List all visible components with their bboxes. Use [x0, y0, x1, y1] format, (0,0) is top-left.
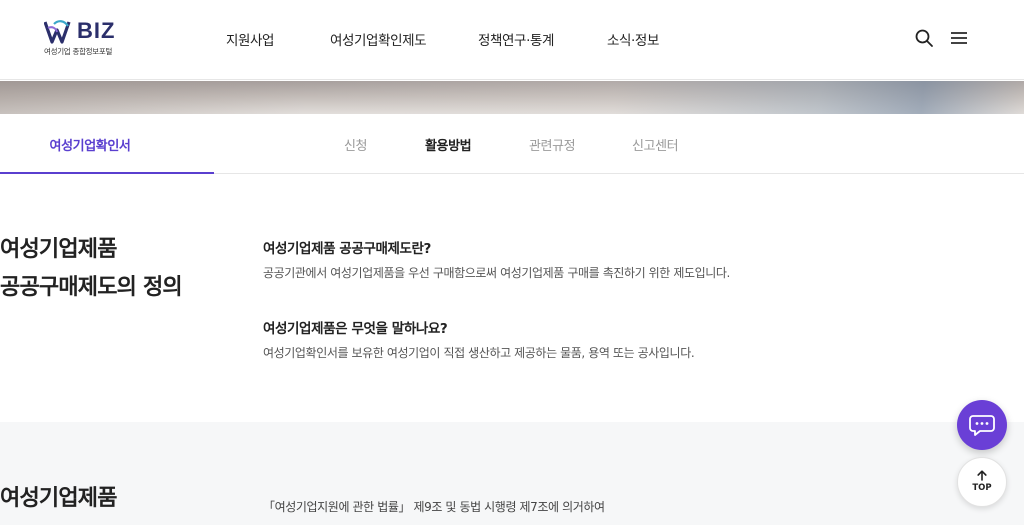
- subnav-current-section[interactable]: 여성기업확인서: [0, 114, 214, 174]
- tab-apply[interactable]: 신청: [344, 135, 368, 154]
- logo-mark-icon: [44, 20, 71, 44]
- subnav-current-label: 여성기업확인서: [49, 139, 131, 154]
- question-2: 여성기업제품은 무엇을 말하나요?: [263, 321, 448, 337]
- logo-subtitle: 여성기업 종합정보포털: [44, 47, 113, 56]
- question-1: 여성기업제품 공공구매제도란?: [263, 241, 431, 257]
- nav-news-info[interactable]: 소식·정보: [607, 29, 659, 49]
- answer-2: 여성기업확인서를 보유한 여성기업이 직접 생산하고 제공하는 물품, 용역 또…: [263, 346, 695, 360]
- definition-section: 여성기업제품 공공구매제도의 정의 여성기업제품 공공구매제도란? 공공기관에서…: [0, 175, 1024, 422]
- section2-title: 여성기업제품: [0, 486, 117, 511]
- menu-icon[interactable]: [949, 28, 969, 48]
- legal-basis-section: 여성기업제품 「여성기업지원에 관한 법률」 제9조 및 동법 시행령 제7조에…: [0, 422, 1024, 525]
- scroll-top-button[interactable]: TOP: [957, 457, 1007, 507]
- chat-bubble-icon: [969, 415, 995, 436]
- tab-regulations[interactable]: 관련규정: [529, 135, 576, 154]
- nav-women-enterprise-certification[interactable]: 여성기업확인제도: [330, 29, 427, 49]
- section-title-line1: 여성기업제품: [0, 237, 117, 262]
- tab-usage[interactable]: 활용방법: [425, 135, 472, 154]
- nav-support-programs[interactable]: 지원사업: [226, 29, 274, 49]
- logo-text: BIZ: [77, 18, 116, 43]
- arrow-up-icon: [977, 470, 987, 481]
- chat-button[interactable]: [957, 400, 1007, 450]
- legal-basis-text: 「여성기업지원에 관한 법률」 제9조 및 동법 시행령 제7조에 의거하여: [263, 500, 605, 514]
- section-title-line2: 공공구매제도의 정의: [0, 275, 183, 300]
- site-header: BIZ 여성기업 종합정보포털 지원사업 여성기업확인제도 정책연구·통계 소식…: [0, 0, 1024, 80]
- answer-1: 공공기관에서 여성기업제품을 우선 구매함으로써 여성기업제품 구매를 촉진하기…: [263, 266, 730, 280]
- hero-banner-image: [0, 81, 1024, 114]
- top-label: TOP: [972, 483, 992, 493]
- search-icon[interactable]: [914, 28, 934, 48]
- nav-policy-research-stats[interactable]: 정책연구·통계: [478, 29, 554, 49]
- tab-report-center[interactable]: 신고센터: [632, 135, 679, 154]
- sub-navigation: 여성기업확인서 신청 활용방법 관련규정 신고센터: [0, 114, 1024, 174]
- site-logo[interactable]: BIZ 여성기업 종합정보포털: [44, 18, 134, 60]
